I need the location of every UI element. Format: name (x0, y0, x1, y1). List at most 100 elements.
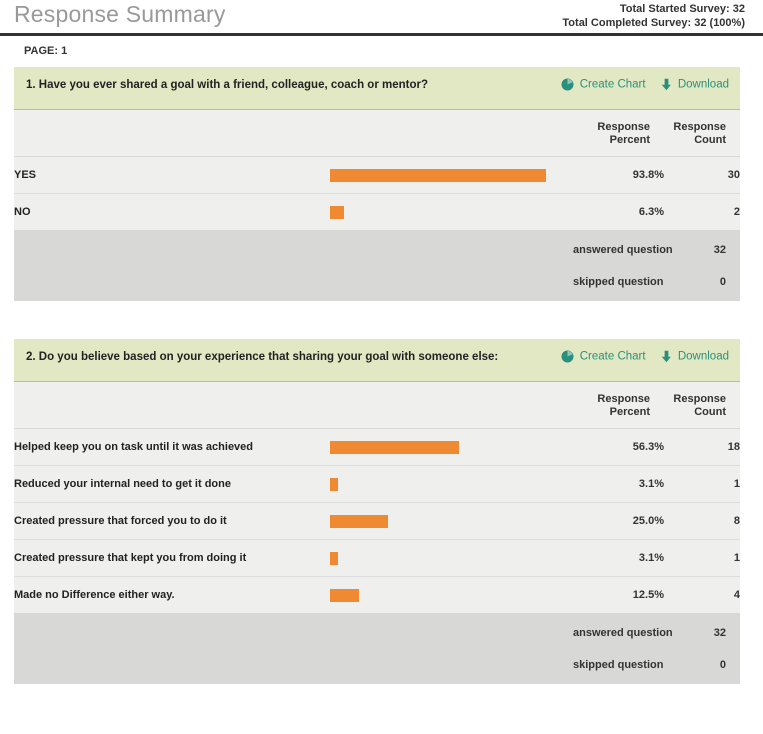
option-column-header (14, 382, 330, 429)
response-percent-value: 56.3% (572, 428, 664, 466)
download-label: Download (677, 78, 729, 91)
footer-spacer (14, 614, 572, 649)
skipped-question-label: skipped question (572, 266, 664, 301)
total-completed-label: Total Completed Survey: (562, 17, 692, 29)
table-row: Created pressure that kept you from doin… (14, 539, 740, 577)
question-block: 1. Have you ever shared a goal with a fr… (14, 67, 740, 301)
option-label: NO (14, 193, 330, 231)
response-percent-value: 12.5% (572, 576, 664, 614)
results-table: Response Percent Response Count YES 93.8%… (14, 110, 740, 231)
response-bar (330, 440, 459, 454)
question-footer: answered question 32 skipped question 0 (14, 614, 740, 684)
page-header: Response Summary Total Started Survey: 3… (0, 0, 763, 36)
question-header: 1. Have you ever shared a goal with a fr… (14, 67, 740, 110)
response-count-value: 30 (664, 156, 740, 194)
response-count-header-line1: Response (673, 121, 726, 133)
create-chart-button[interactable]: Create Chart (561, 78, 646, 91)
skipped-question-row: skipped question 0 (14, 649, 740, 684)
response-count-value: 1 (664, 539, 740, 577)
answered-question-value: 32 (664, 231, 740, 266)
table-header-row: Response Percent Response Count (14, 110, 740, 157)
download-button[interactable]: Download (661, 78, 729, 91)
response-percent-value: 93.8% (572, 156, 664, 194)
option-label: Helped keep you on task until it was ach… (14, 428, 330, 466)
results-table-head: Response Percent Response Count (14, 382, 740, 429)
table-row: Reduced your internal need to get it don… (14, 465, 740, 503)
page-indicator: PAGE: 1 (0, 36, 763, 67)
response-bar-cell (330, 465, 572, 503)
results-table-body: Helped keep you on task until it was ach… (14, 428, 740, 614)
skipped-question-value: 0 (664, 649, 740, 684)
answered-question-value: 32 (664, 614, 740, 649)
response-count-value: 1 (664, 465, 740, 503)
response-count-value: 4 (664, 576, 740, 614)
response-bar-cell (330, 576, 572, 614)
total-started-value: 32 (732, 3, 745, 15)
response-count-header-line1: Response (673, 393, 726, 405)
response-bar (330, 205, 344, 219)
pie-chart-icon (561, 78, 574, 91)
skipped-question-label: skipped question (572, 649, 664, 684)
footer-spacer (14, 649, 572, 684)
table-header-row: Response Percent Response Count (14, 382, 740, 429)
response-count-value: 18 (664, 428, 740, 466)
answered-question-label: answered question (572, 231, 673, 266)
table-row: Created pressure that forced you to do i… (14, 502, 740, 540)
response-bar-cell (330, 193, 572, 231)
total-started-label: Total Started Survey: (619, 3, 730, 15)
question-text: 2. Do you believe based on your experien… (26, 351, 499, 363)
results-table-head: Response Percent Response Count (14, 110, 740, 157)
response-bar (330, 588, 359, 602)
response-count-header-line2: Count (694, 406, 726, 418)
option-label: Made no Difference either way. (14, 576, 330, 614)
create-chart-button[interactable]: Create Chart (561, 350, 646, 363)
download-arrow-icon (661, 78, 672, 91)
response-count-value: 8 (664, 502, 740, 540)
option-label: Created pressure that kept you from doin… (14, 539, 330, 577)
response-bar-cell (330, 539, 572, 577)
answered-question-label: answered question (572, 614, 673, 649)
response-percent-header-line2: Percent (609, 134, 650, 146)
response-percent-value: 6.3% (572, 193, 664, 231)
response-bar (330, 168, 546, 182)
question-footer: answered question 32 skipped question 0 (14, 231, 740, 301)
response-bar-cell (330, 428, 572, 466)
response-bar-cell (330, 502, 572, 540)
footer-spacer (14, 266, 572, 301)
total-started-row: Total Started Survey: 32 (562, 2, 745, 16)
footer-spacer (14, 231, 572, 266)
bar-column-header (330, 382, 572, 429)
results-table-body: YES 93.8% 30 NO 6.3% 2 (14, 156, 740, 231)
question-actions: Create Chart Download (549, 78, 729, 91)
response-count-header: Response Count (664, 110, 740, 157)
table-row: NO 6.3% 2 (14, 193, 740, 231)
skipped-question-value: 0 (664, 266, 740, 301)
response-bar-cell (330, 156, 572, 194)
create-chart-label: Create Chart (579, 78, 646, 91)
response-percent-header-line1: Response (597, 393, 650, 405)
bar-column-header (330, 110, 572, 157)
option-label: Created pressure that forced you to do i… (14, 502, 330, 540)
response-percent-value: 3.1% (572, 539, 664, 577)
total-completed-value: 32 (100%) (694, 17, 745, 29)
table-row: Helped keep you on task until it was ach… (14, 428, 740, 466)
question-text: 1. Have you ever shared a goal with a fr… (26, 79, 428, 91)
response-count-value: 2 (664, 193, 740, 231)
download-label: Download (677, 350, 729, 363)
response-count-header-line2: Count (694, 134, 726, 146)
response-percent-header-line1: Response (597, 121, 650, 133)
answered-question-row: answered question 32 (14, 614, 740, 649)
skipped-question-row: skipped question 0 (14, 266, 740, 301)
answered-question-row: answered question 32 (14, 231, 740, 266)
create-chart-label: Create Chart (579, 350, 646, 363)
download-arrow-icon (661, 350, 672, 363)
questions-container: 1. Have you ever shared a goal with a fr… (0, 67, 763, 684)
page-title: Response Summary (14, 1, 226, 27)
download-button[interactable]: Download (661, 350, 729, 363)
option-column-header (14, 110, 330, 157)
response-percent-value: 3.1% (572, 465, 664, 503)
pie-chart-icon (561, 350, 574, 363)
page-label-text: PAGE: (24, 45, 59, 57)
total-completed-row: Total Completed Survey: 32 (100%) (562, 16, 745, 30)
response-bar (330, 514, 388, 528)
